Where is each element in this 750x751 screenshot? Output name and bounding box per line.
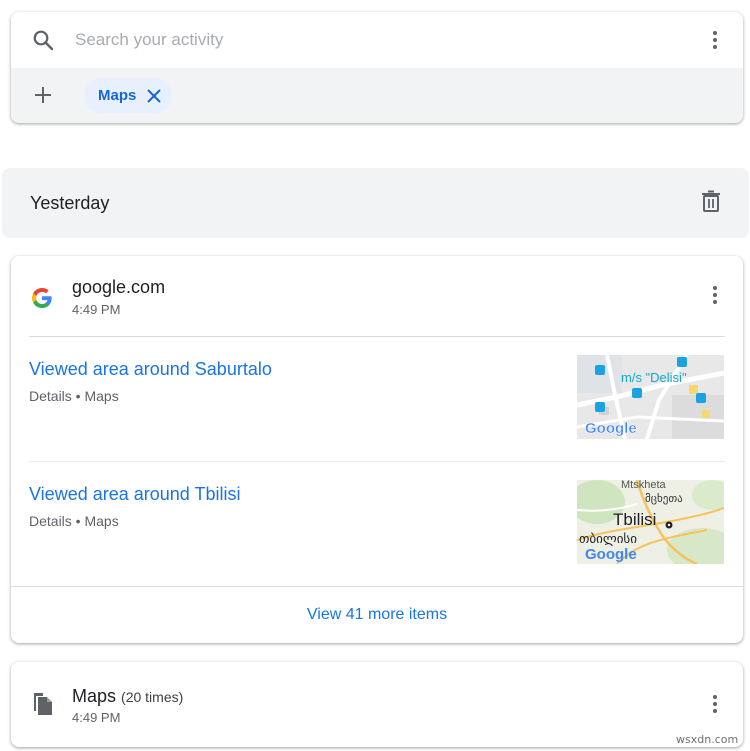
filter-chip-maps[interactable]: Maps [84,78,173,113]
activity-item-meta: Details • Maps [29,513,119,529]
close-icon[interactable] [146,88,162,104]
day-group-header: Yesterday [2,168,749,238]
filter-row: Maps [11,68,743,123]
search-icon[interactable] [31,28,55,52]
map-label: m/s "Delisi" [621,370,687,385]
map-label: Mtskheta [621,480,667,491]
activity-item-meta: Details • Maps [29,388,119,404]
divider [29,336,725,337]
divider [29,461,725,462]
day-group-title: Yesterday [30,193,110,213]
trash-icon[interactable] [699,189,723,213]
activity-item-title[interactable]: Viewed area around Tbilisi [29,484,240,505]
more-vert-icon[interactable] [703,28,727,52]
bundle-time: 4:49 PM [72,710,121,725]
site-title: google.com [72,277,166,297]
bundle-title: Maps (20 times) [72,686,183,707]
bundle-title-text: Maps [72,686,117,706]
activity-item-title[interactable]: Viewed area around Saburtalo [29,359,272,380]
map-label: თბილისი [579,532,637,547]
site-time: 4:49 PM [72,302,121,317]
google-logo-icon [32,288,52,308]
file-copy-icon [34,693,52,715]
google-map-logo: Google [585,546,637,563]
more-vert-icon[interactable] [703,692,727,716]
watermark: wsxdn.com [676,733,739,746]
activity-card: google.com 4:49 PM Viewed area around Sa… [11,256,743,643]
google-map-logo: Google [585,420,637,437]
plus-icon[interactable] [31,83,55,107]
maps-bundle-card: Maps (20 times) 4:49 PM [11,662,743,747]
search-card: Maps [11,12,743,123]
view-more-button[interactable]: View 41 more items [11,587,743,643]
search-row [11,12,743,68]
map-thumbnail-saburtalo[interactable]: m/s "Delisi" Google [577,355,724,439]
search-input[interactable] [75,28,635,52]
map-label: მცხეთა [645,492,683,505]
filter-chip-label: Maps [98,87,137,104]
more-vert-icon[interactable] [703,283,727,307]
map-label: Tbilisi [613,510,656,529]
bundle-count: (20 times) [121,689,184,705]
map-thumbnail-tbilisi[interactable]: Mtskheta მცხეთა Tbilisi თბილისი Google [577,480,724,564]
